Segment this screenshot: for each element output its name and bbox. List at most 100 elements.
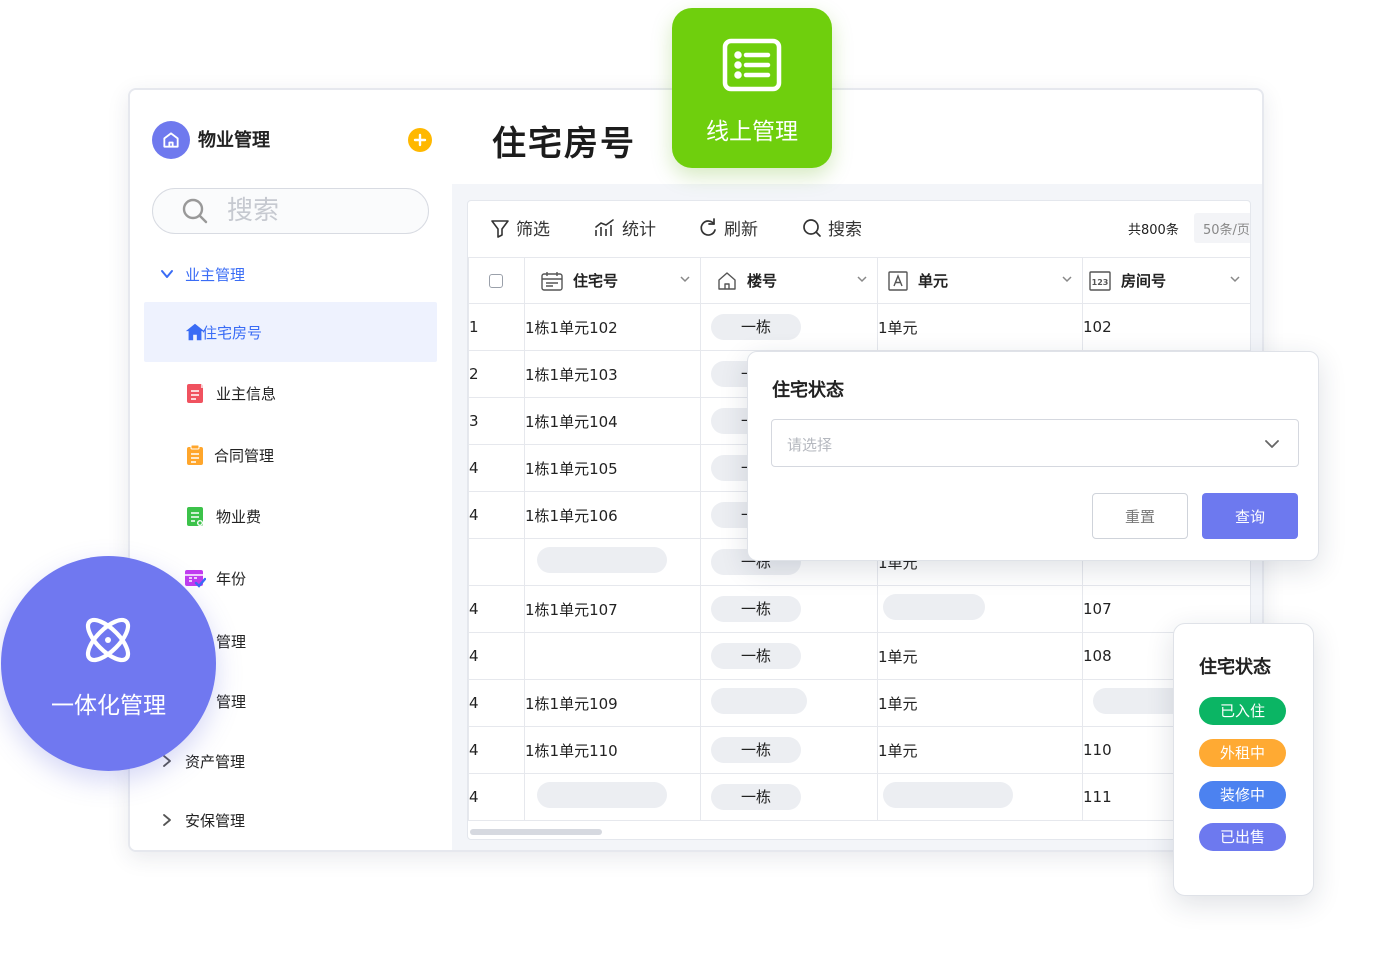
- house-cell: 1栋1单元107: [524, 585, 701, 633]
- sidebar-item-house-number[interactable]: 住宅房号: [144, 302, 437, 362]
- house-cell: 1栋1单元109: [524, 679, 701, 727]
- nav-group-assets[interactable]: 资产管理: [130, 739, 450, 783]
- loading-placeholder: [711, 688, 807, 714]
- fee-icon: [184, 505, 206, 527]
- table-row[interactable]: 1 1栋1单元102 一栋 1单元 102: [468, 303, 1250, 351]
- sidebar-item-owner-info[interactable]: 业主信息: [144, 363, 437, 423]
- row-index: 4: [468, 585, 525, 633]
- building-pill: 一栋: [711, 314, 801, 340]
- status-select[interactable]: 请选择: [771, 419, 1299, 467]
- status-tag-renovating[interactable]: 装修中: [1199, 781, 1286, 809]
- number-field-icon: 123: [1089, 270, 1111, 291]
- chevron-down-icon[interactable]: [1230, 274, 1240, 284]
- home-outline-icon: [717, 271, 737, 291]
- stats-icon: [595, 218, 614, 236]
- column-header-unit[interactable]: 单元: [877, 257, 1083, 304]
- filter-icon: [491, 219, 509, 238]
- sidebar-item-label: 管理: [216, 692, 247, 711]
- chevron-down-icon[interactable]: [1062, 274, 1072, 284]
- column-header-building[interactable]: 楼号: [700, 257, 878, 304]
- unit-cell: 1单元: [877, 632, 1083, 680]
- sidebar-item-label: 合同管理: [214, 446, 275, 465]
- house-cell: 1栋1单元110: [524, 726, 701, 774]
- unit-cell: [877, 773, 1083, 821]
- sidebar-search[interactable]: [152, 188, 429, 234]
- unit-cell: [877, 585, 1083, 633]
- reset-button[interactable]: 重置: [1092, 493, 1188, 539]
- building-pill: 一栋: [711, 596, 801, 622]
- chevron-down-icon: [161, 270, 173, 278]
- chevron-right-icon: [163, 814, 171, 826]
- sidebar-item-label: 物业费: [216, 507, 262, 526]
- status-tag-sold[interactable]: 已出售: [1199, 823, 1286, 851]
- column-header-room[interactable]: 123 房间号: [1082, 257, 1250, 304]
- loading-placeholder: [537, 547, 667, 573]
- house-cell: [524, 773, 701, 821]
- loading-placeholder: [537, 782, 667, 808]
- stats-button[interactable]: 统计: [594, 215, 656, 240]
- search-button[interactable]: 搜索: [802, 215, 862, 240]
- select-all-checkbox[interactable]: [489, 273, 503, 288]
- row-index: [468, 538, 525, 586]
- search-input[interactable]: [227, 196, 427, 226]
- filter-label: 筛选: [516, 220, 550, 240]
- nav-group-security[interactable]: 安保管理: [130, 798, 450, 842]
- chevron-down-icon[interactable]: [857, 274, 867, 284]
- building-cell: 一栋: [700, 303, 878, 351]
- house-cell: 1栋1单元106: [524, 491, 701, 539]
- sidebar-item-label: 住宅房号: [202, 323, 263, 342]
- app-title: 物业管理: [198, 130, 270, 151]
- page-title: 住宅房号: [492, 124, 636, 164]
- table-row[interactable]: 4 1栋1单元109 1单元: [468, 679, 1250, 727]
- select-all-cell[interactable]: [468, 257, 525, 304]
- sidebar-item-property-fee[interactable]: 物业费: [144, 486, 437, 546]
- table-row[interactable]: 4 1栋1单元107 一栋 107: [468, 585, 1250, 633]
- integrated-management-label: 一体化管理: [51, 693, 166, 719]
- page-size-select[interactable]: 50条/页: [1194, 213, 1250, 243]
- unit-cell: 1单元: [877, 303, 1083, 351]
- sidebar-item-label: 年份: [216, 569, 247, 588]
- list-icon: [722, 38, 782, 92]
- table-header-row: 住宅号 楼号 单元 123 房间号: [468, 257, 1250, 304]
- refresh-button[interactable]: 刷新: [698, 215, 758, 240]
- filter-button[interactable]: 筛选: [490, 215, 550, 240]
- status-tag-occupied[interactable]: 已入住: [1199, 697, 1286, 725]
- table-row[interactable]: 4 一栋 1单元 108: [468, 632, 1250, 680]
- unit-cell: 1单元: [877, 679, 1083, 727]
- row-index: 4: [468, 726, 525, 774]
- home-logo-icon: [152, 121, 190, 159]
- add-icon[interactable]: [408, 128, 432, 152]
- house-cell: [524, 538, 701, 586]
- calendar-icon: [541, 271, 563, 291]
- building-cell: 一栋: [700, 726, 878, 774]
- column-header-house[interactable]: 住宅号: [524, 257, 701, 304]
- building-cell: [700, 679, 878, 727]
- sidebar-item-label: 管理: [216, 632, 247, 651]
- building-cell: 一栋: [700, 632, 878, 680]
- nav-group-label: 资产管理: [185, 752, 246, 771]
- status-tag-rented[interactable]: 外租中: [1199, 739, 1286, 767]
- row-index: 4: [468, 679, 525, 727]
- house-cell: 1栋1单元102: [524, 303, 701, 351]
- atom-icon: [85, 617, 131, 663]
- table-row[interactable]: 4 一栋 111: [468, 773, 1250, 821]
- nav-group-owner[interactable]: 业主管理: [130, 252, 450, 296]
- online-management-badge: 线上管理: [672, 8, 832, 168]
- building-cell: 一栋: [700, 585, 878, 633]
- sidebar-item-contract[interactable]: 合同管理: [144, 425, 437, 485]
- horizontal-scrollbar[interactable]: [470, 829, 602, 835]
- column-label: 楼号: [747, 272, 778, 290]
- total-count: 共800条: [1128, 223, 1179, 238]
- unit-cell: 1单元: [877, 726, 1083, 774]
- chevron-down-icon[interactable]: [680, 274, 690, 284]
- nav-group-label: 业主管理: [185, 265, 246, 284]
- contract-icon: [184, 444, 206, 466]
- nav-group-label: 安保管理: [185, 811, 246, 830]
- toolbar: 筛选 统计 刷新 搜索 共800条 50条/页: [468, 201, 1250, 255]
- search-label: 搜索: [828, 220, 862, 240]
- svg-text:123: 123: [1092, 278, 1109, 287]
- query-button[interactable]: 查询: [1202, 493, 1298, 539]
- status-card-title: 住宅状态: [1199, 657, 1271, 678]
- table-row[interactable]: 4 1栋1单元110 一栋 1单元 110: [468, 726, 1250, 774]
- loading-placeholder: [883, 782, 1013, 808]
